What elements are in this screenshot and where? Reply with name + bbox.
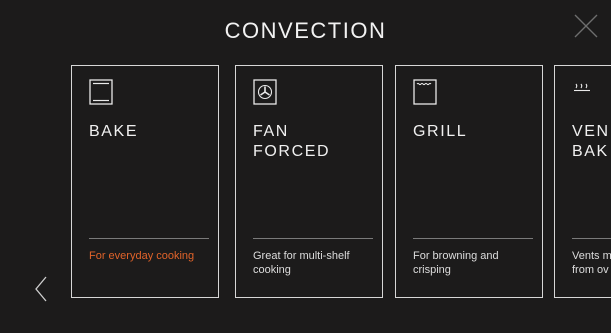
- close-icon: [574, 14, 598, 38]
- screen: CONVECTION BAKE For everyday cooking FAN…: [0, 0, 611, 333]
- bake-icon: [89, 79, 113, 105]
- mode-description: For everyday cooking: [89, 250, 195, 262]
- mode-description: For browning and crisping: [413, 250, 499, 276]
- mode-card-grill[interactable]: GRILL For browning and crisping: [395, 65, 543, 298]
- close-button[interactable]: [574, 14, 598, 38]
- chevron-left-icon: [35, 276, 47, 302]
- mode-card-bake[interactable]: BAKE For everyday cooking: [71, 65, 219, 298]
- divider: [253, 238, 373, 239]
- divider: [89, 238, 209, 239]
- mode-card-vent-bake[interactable]: VEN BAK Vents m from ov: [554, 65, 611, 298]
- divider: [413, 238, 533, 239]
- page-title: CONVECTION: [224, 18, 387, 43]
- back-button[interactable]: [34, 276, 48, 302]
- divider: [572, 238, 611, 239]
- mode-description: Vents m from ov: [572, 250, 611, 276]
- grill-icon: [413, 79, 437, 105]
- mode-name: VEN BAK: [572, 123, 610, 160]
- vent-icon: [572, 79, 596, 105]
- mode-name: FAN FORCED: [253, 123, 331, 160]
- fan-icon: [253, 79, 277, 105]
- mode-card-fan-forced[interactable]: FAN FORCED Great for multi-shelf cooking: [235, 65, 383, 298]
- mode-name: BAKE: [89, 123, 139, 140]
- mode-name: GRILL: [413, 123, 468, 140]
- mode-description: Great for multi-shelf cooking: [253, 250, 350, 276]
